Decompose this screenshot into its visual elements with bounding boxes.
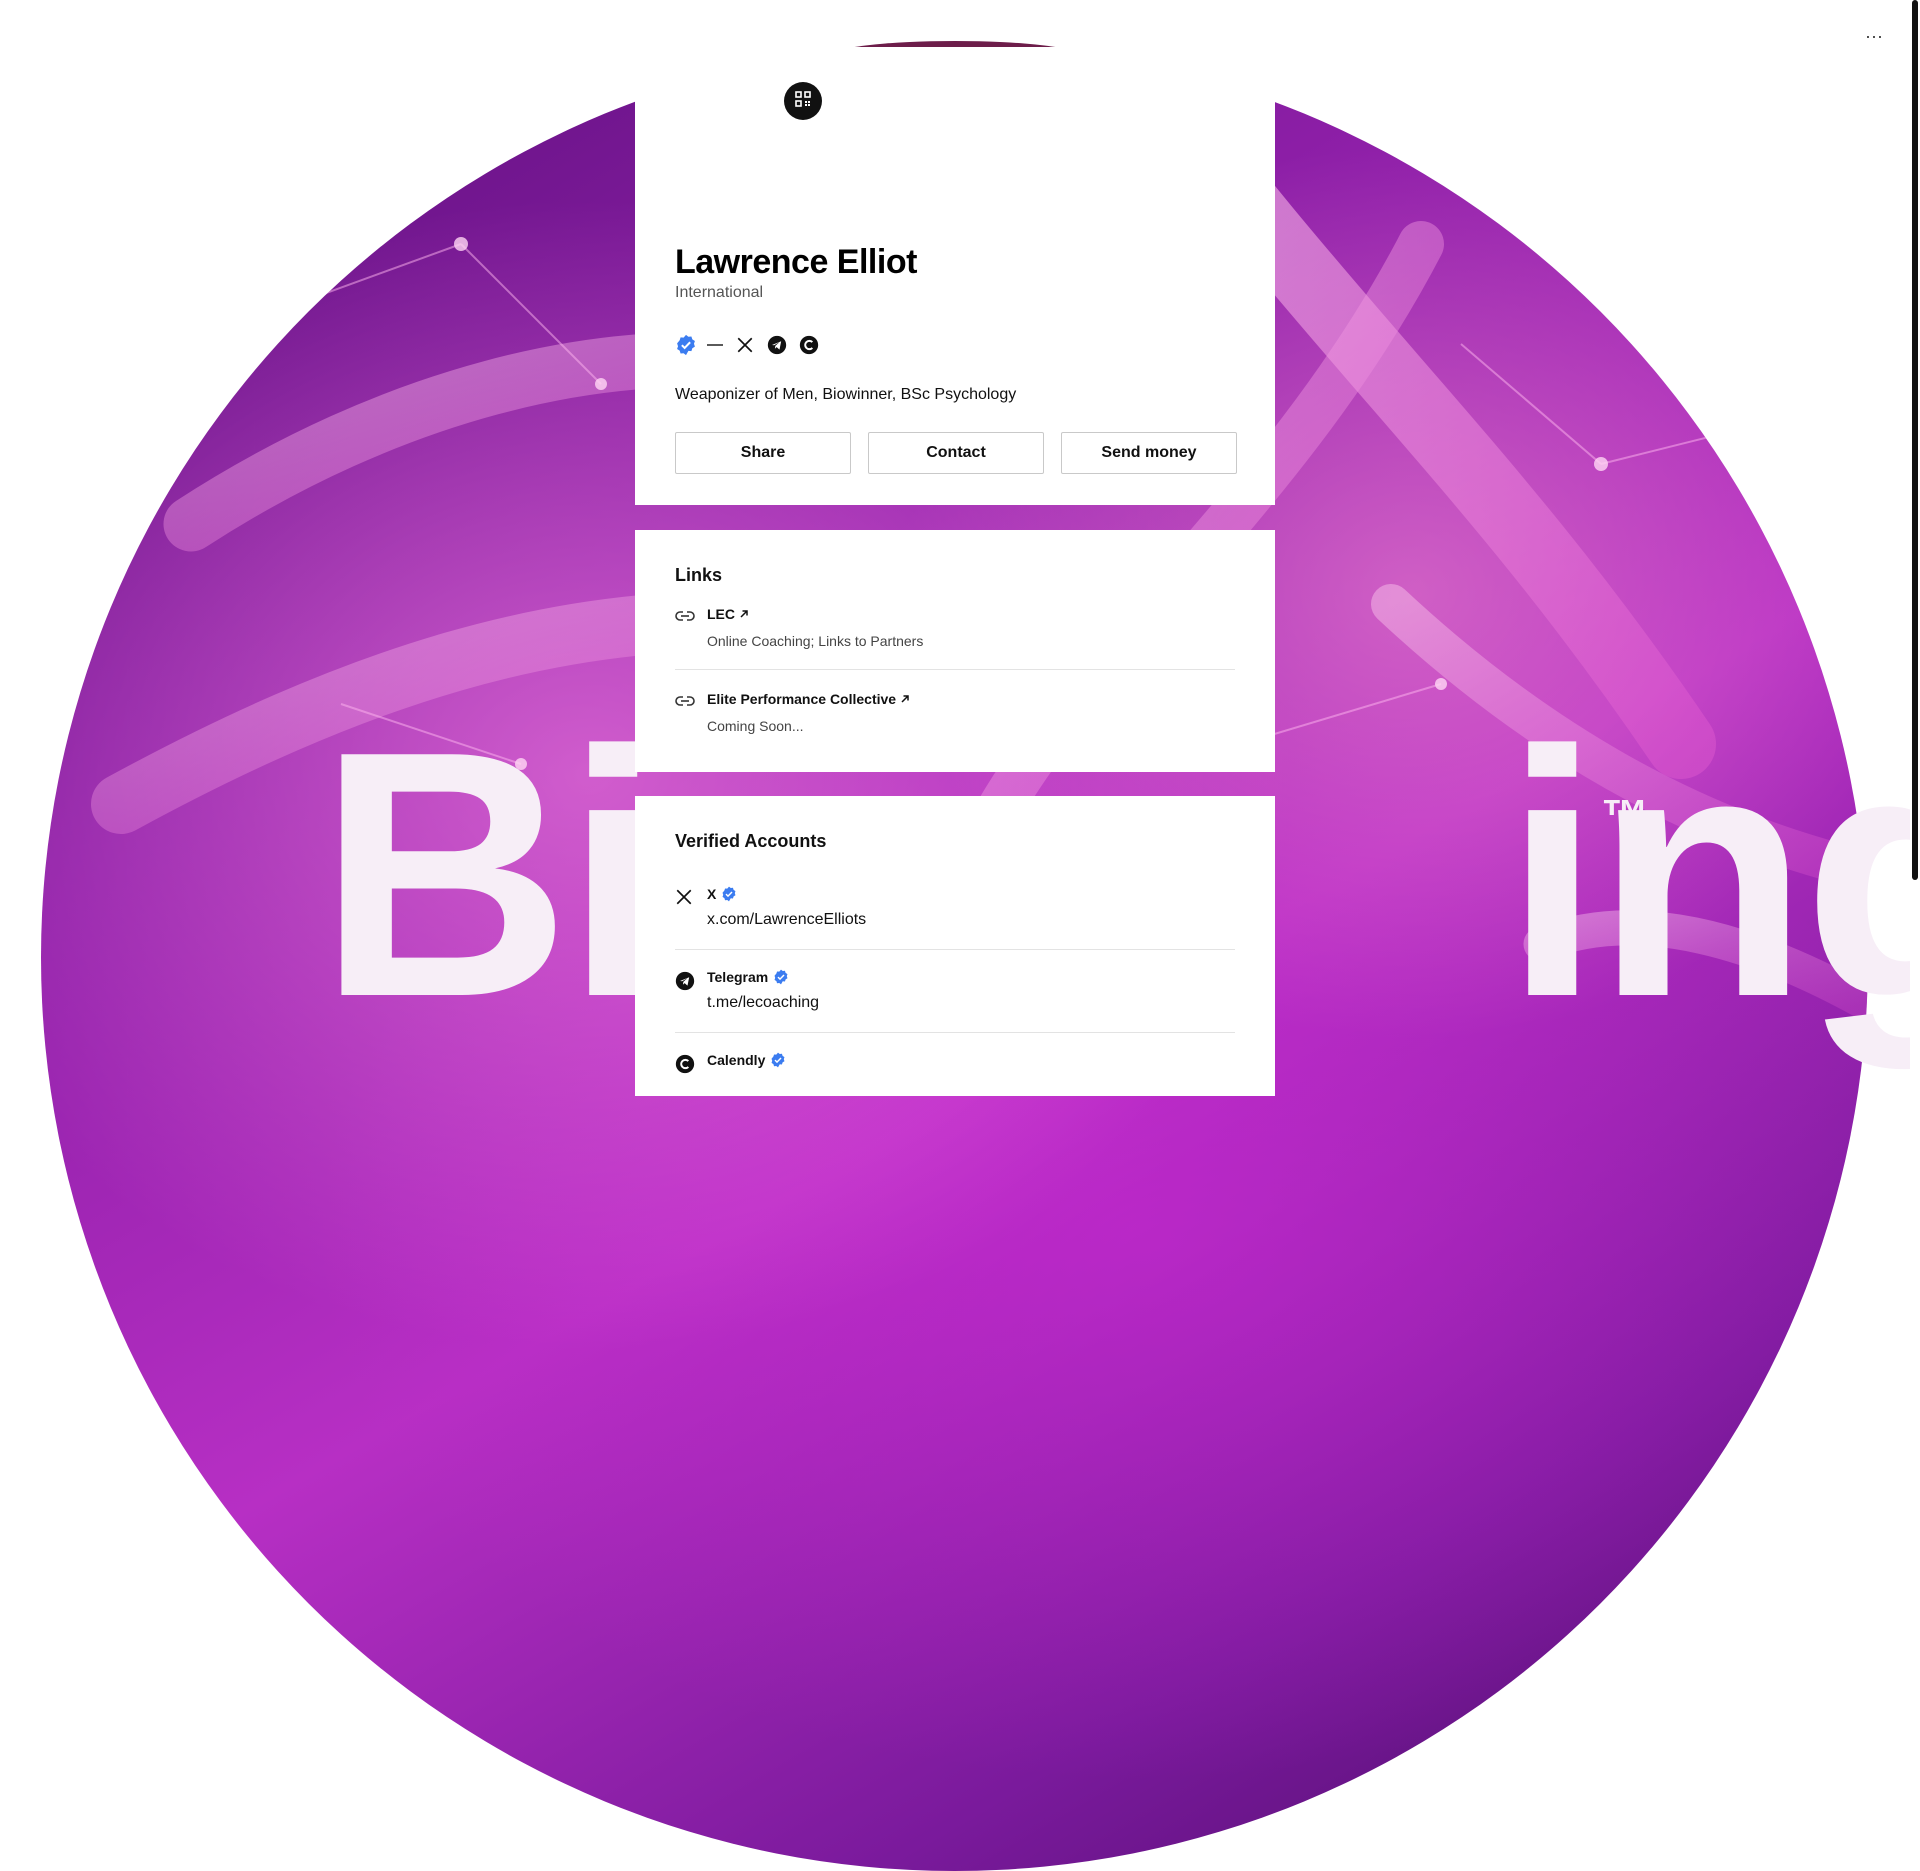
account-handle: x.com/LawrenceElliots [707, 911, 867, 928]
link-subtitle: Online Coaching; Links to Partners [707, 633, 924, 649]
verified-accounts-card: Verified Accounts X x.com/LawrenceElliot… [635, 796, 1275, 1096]
calendly-icon [675, 1054, 695, 1079]
account-platform: Calendly [707, 1052, 786, 1068]
share-button[interactable]: Share [675, 432, 851, 474]
qr-code-button[interactable] [784, 82, 822, 120]
divider [675, 669, 1235, 670]
divider [675, 949, 1235, 950]
x-icon [675, 888, 693, 911]
profile-name: Lawrence Elliot [675, 243, 917, 281]
link-title: LEC [707, 606, 749, 622]
verified-accounts-title: Verified Accounts [675, 831, 827, 851]
trademark-symbol: ™ [1601, 791, 1649, 844]
link-item-elite-performance-collective[interactable]: Elite Performance Collective Coming Soon… [675, 691, 1235, 734]
account-handle: t.me/lecoaching [707, 994, 820, 1011]
contact-button[interactable]: Contact [868, 432, 1044, 474]
verified-badge-icon [721, 886, 737, 902]
external-link-icon [739, 609, 749, 619]
social-icons-row [675, 333, 819, 357]
account-platform: X [707, 886, 737, 902]
account-item-x[interactable]: X x.com/LawrenceElliots [675, 886, 1235, 932]
telegram-icon [675, 971, 695, 996]
divider [675, 1032, 1235, 1033]
profile-location: International [675, 284, 764, 301]
verified-badge-icon [770, 1052, 786, 1068]
send-money-button[interactable]: Send money [1061, 432, 1237, 474]
external-link-icon [900, 694, 910, 704]
link-icon [675, 609, 695, 628]
link-title: Elite Performance Collective [707, 691, 910, 707]
link-item-lec[interactable]: LEC Online Coaching; Links to Partners [675, 606, 1235, 649]
profile-actions: Share Contact Send money [675, 432, 1237, 474]
telegram-icon[interactable] [767, 334, 787, 356]
account-item-calendly[interactable]: Calendly [675, 1052, 1235, 1080]
links-title: Links [675, 565, 723, 585]
account-platform: Telegram [707, 969, 789, 985]
dash-icon [707, 334, 723, 356]
link-icon [675, 694, 695, 713]
profile-card: Lawrence Elliot International Weaponizer… [635, 47, 1275, 505]
verified-badge-icon [773, 969, 789, 985]
scrollbar-thumb[interactable] [1912, 0, 1918, 880]
x-icon[interactable] [735, 334, 755, 356]
more-options-button[interactable]: ··· [1860, 22, 1888, 50]
account-item-telegram[interactable]: Telegram t.me/lecoaching [675, 969, 1235, 1015]
verified-badge-icon [675, 334, 697, 356]
links-card: Links LEC Online Coaching; Links to Part… [635, 530, 1275, 772]
profile-bio: Weaponizer of Men, Biowinner, BSc Psycho… [675, 386, 1017, 403]
qr-code-icon [795, 90, 811, 112]
calendly-icon[interactable] [799, 334, 819, 356]
scrollbar[interactable] [1910, 0, 1920, 1080]
link-subtitle: Coming Soon... [707, 718, 804, 734]
